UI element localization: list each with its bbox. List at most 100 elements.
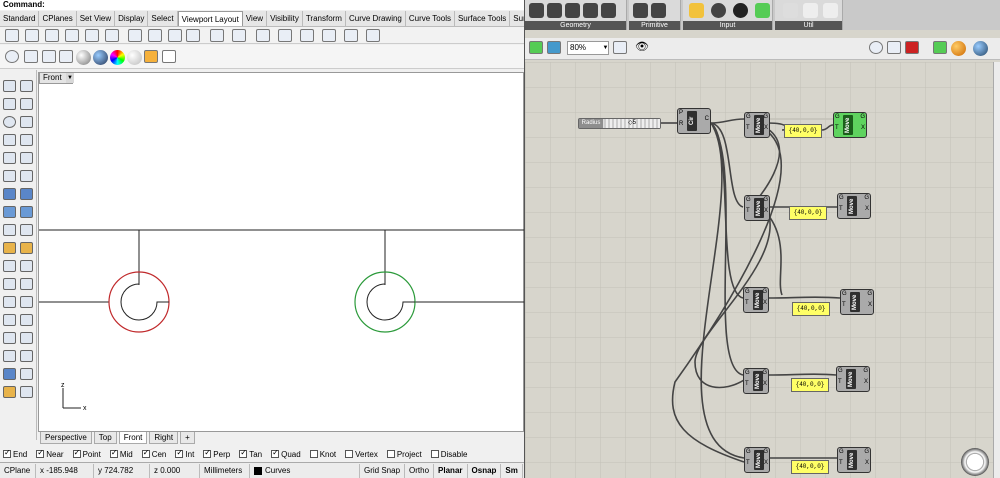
wireframe-sphere-icon[interactable] [76, 50, 91, 65]
move-component-2b[interactable]: G T Move G X [837, 193, 871, 219]
move5-input-t[interactable]: T [746, 460, 750, 466]
move4b-input-g[interactable]: G [838, 368, 843, 374]
viewport-lock-icon[interactable] [210, 29, 224, 42]
geometry-icon-5[interactable] [601, 3, 616, 18]
curve-icon[interactable] [20, 98, 33, 110]
viewport-4-icon[interactable] [5, 29, 19, 42]
move2b-input-g[interactable]: G [839, 195, 844, 201]
osnap-quad[interactable]: Quad [271, 448, 301, 459]
viewport-hand-icon[interactable] [168, 29, 182, 42]
move1-output-g[interactable]: G [763, 114, 768, 120]
tab-curve-drawing[interactable]: Curve Drawing [346, 11, 406, 26]
move-component-3b[interactable]: G T Move G X [840, 289, 874, 315]
status-grid-snap[interactable]: Grid Snap [360, 463, 406, 478]
move3b-output-g[interactable]: G [867, 291, 872, 297]
preview-color-icon[interactable] [951, 41, 966, 56]
circle-input-r[interactable]: R [679, 121, 683, 127]
osnap-perp[interactable]: Perp [203, 448, 230, 459]
move5-input-g[interactable]: G [746, 449, 751, 455]
explode-icon[interactable] [20, 296, 33, 308]
value-list-icon[interactable] [755, 3, 770, 18]
analyze-icon[interactable] [3, 368, 16, 380]
canvas-navigation-icon[interactable] [961, 448, 989, 476]
move-component-2[interactable]: G T Move G X [744, 195, 770, 221]
osnap-end[interactable]: End [3, 448, 27, 459]
status-planar[interactable]: Planar [434, 463, 468, 478]
dimension-icon[interactable] [3, 260, 16, 272]
arc-icon[interactable] [20, 116, 33, 128]
geometry-icon-1[interactable] [529, 3, 544, 18]
move4-output-x[interactable]: X [763, 381, 767, 387]
command-line[interactable]: Command: [0, 0, 524, 10]
viewport-layout-f-icon[interactable] [344, 29, 358, 42]
zoom-extents-icon[interactable] [42, 50, 56, 63]
vector-panel-2[interactable]: {40,0,0} [789, 206, 827, 220]
move5b-output-x[interactable]: X [865, 460, 869, 466]
render-icon[interactable] [144, 50, 158, 63]
box-icon[interactable] [3, 206, 16, 218]
tab-viewport-layout[interactable]: Viewport Layout [177, 11, 243, 26]
move3b-output-x[interactable]: X [868, 302, 872, 308]
move5-output-g[interactable]: G [763, 449, 768, 455]
viewport-layout-d-icon[interactable] [300, 29, 314, 42]
tab-curve-tools[interactable]: Curve Tools [406, 11, 455, 26]
checkbox-disable[interactable] [430, 450, 439, 458]
join-icon[interactable] [3, 296, 16, 308]
move-component-5[interactable]: G T Move G X [744, 447, 770, 473]
move3-input-t[interactable]: T [745, 300, 749, 306]
solid-tools-icon[interactable] [3, 242, 16, 254]
geometry-icon-4[interactable] [583, 3, 598, 18]
point-icon[interactable] [20, 80, 33, 92]
eye-icon[interactable]: 👁 [635, 41, 649, 54]
tab-surfac[interactable]: Surfac [510, 11, 524, 26]
open-icon[interactable] [547, 41, 561, 54]
move4b-input-t[interactable]: T [838, 379, 842, 385]
move1b-output-x[interactable]: X [861, 125, 865, 131]
mesh-icon[interactable] [3, 224, 16, 236]
move4b-output-g[interactable]: G [863, 368, 868, 374]
checkbox-tan[interactable] [239, 448, 248, 458]
move3-output-g[interactable]: G [762, 289, 767, 295]
checkbox-mid[interactable] [109, 448, 118, 458]
polygon-icon[interactable] [20, 134, 33, 146]
move2-output-g[interactable]: G [763, 197, 768, 203]
circle-output-c[interactable]: C [705, 116, 709, 122]
move1b-input-g[interactable]: G [835, 114, 840, 120]
viewport-layout-e-icon[interactable] [322, 29, 336, 42]
panel-icon[interactable] [733, 3, 748, 18]
boolean-toggle-icon[interactable] [689, 3, 704, 18]
viewport-2-icon[interactable] [45, 29, 59, 42]
move2-input-g[interactable]: G [746, 197, 751, 203]
status-units[interactable]: Millimeters [200, 463, 250, 478]
split-icon[interactable] [20, 278, 33, 290]
osnap-knot[interactable]: Knot [309, 450, 336, 459]
checkbox-quad[interactable] [271, 448, 280, 458]
vector-panel-1[interactable]: {40,0,0} [784, 124, 822, 138]
move4b-output-x[interactable]: X [864, 379, 868, 385]
curve-from-object-icon[interactable] [20, 170, 33, 182]
shaded-sphere-icon[interactable] [93, 50, 108, 65]
preview-off-icon[interactable] [869, 41, 883, 54]
move5b-input-g[interactable]: G [839, 449, 844, 455]
status-layer[interactable]: Curves [250, 463, 360, 478]
osnap-vertex[interactable]: Vertex [345, 450, 378, 459]
viewport-layout-c-icon[interactable] [278, 29, 292, 42]
osnap-tan[interactable]: Tan [239, 448, 262, 459]
viewport-tab-right[interactable]: Right [149, 432, 179, 444]
pan-hand-icon[interactable] [162, 50, 176, 63]
viewport-menu-icon[interactable]: ▼ [66, 73, 74, 83]
osnap-near[interactable]: Near [36, 448, 64, 459]
measure-icon[interactable] [20, 386, 33, 398]
move5b-output-g[interactable]: G [864, 449, 869, 455]
preview-shaded-icon[interactable] [905, 41, 919, 54]
polyline-icon[interactable] [3, 98, 16, 110]
checkbox-vertex[interactable] [345, 450, 354, 458]
move-component-5b[interactable]: G T Move G X [837, 447, 871, 473]
select-arrow-icon[interactable] [3, 80, 16, 92]
viewport-split-v-icon[interactable] [85, 29, 99, 42]
button-icon[interactable] [711, 3, 726, 18]
preview-selected-icon[interactable] [933, 41, 947, 54]
offset-curve-icon[interactable] [3, 170, 16, 182]
checkbox-perp[interactable] [203, 448, 212, 458]
move1b-output-g[interactable]: G [860, 114, 865, 120]
